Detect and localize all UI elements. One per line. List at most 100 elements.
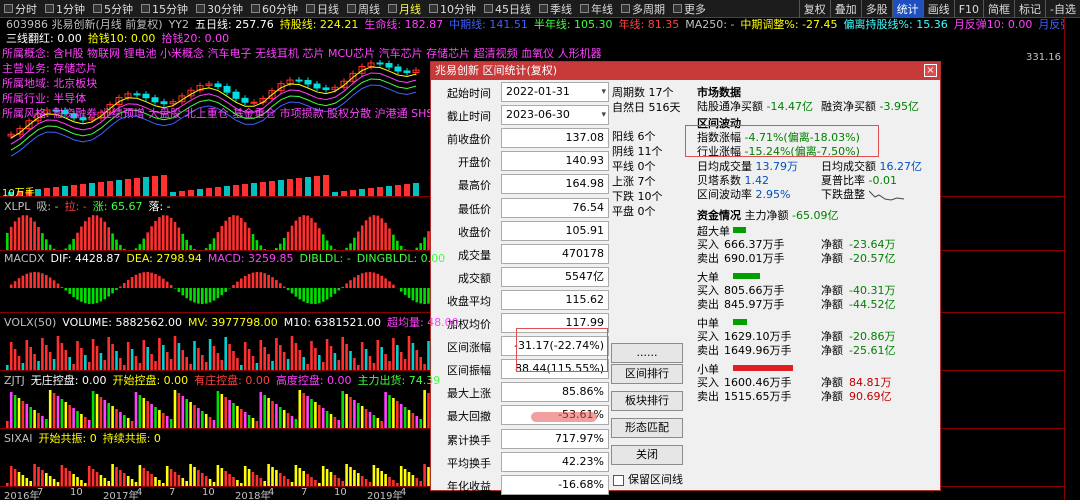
- period-tab[interactable]: 5分钟: [89, 0, 137, 18]
- indicator-bar: [376, 215, 380, 251]
- indicator-bar: [123, 415, 126, 429]
- close-icon[interactable]: ×: [924, 64, 937, 77]
- interval-rank-button[interactable]: 区间排行: [611, 364, 683, 384]
- period-tab[interactable]: 年线: [576, 0, 617, 18]
- indicator-bar: [321, 408, 325, 429]
- indicator-bar: [349, 467, 352, 487]
- indicator-bar: [197, 408, 200, 429]
- indicator-bar: [204, 414, 208, 429]
- time-tick-label: 10: [202, 487, 215, 498]
- indicator-bar: [396, 401, 399, 429]
- indicator-bar: [341, 337, 344, 371]
- indicator-bar: [21, 401, 25, 429]
- period-tab-icon: [621, 4, 630, 13]
- indicator-bar: [220, 288, 224, 296]
- indicator-bar: [146, 471, 149, 487]
- indicator-bar: [251, 472, 255, 487]
- indicator-bar: [329, 346, 333, 371]
- indicator-bar: [201, 411, 204, 429]
- ellipsis-button[interactable]: ......: [611, 343, 683, 363]
- net-label: 净额: [821, 344, 843, 357]
- indicator-bar: [60, 287, 64, 288]
- indicator-bar: [107, 403, 110, 429]
- indicator-bar: [321, 288, 325, 302]
- indicator-bar: [388, 281, 391, 288]
- panel-value: MACD: 3259.85: [207, 252, 294, 265]
- indicator-bar: [294, 343, 298, 371]
- indicator-bar: [165, 466, 169, 487]
- period-tab[interactable]: 多周期: [617, 0, 669, 18]
- period-tab[interactable]: 1分钟: [41, 0, 89, 18]
- indicator-bar: [298, 468, 302, 487]
- indicator-bar: [111, 464, 114, 487]
- indicator-bar: [17, 398, 21, 429]
- stat-row: 成交额 5547亿: [439, 266, 609, 287]
- indicator-bar: [357, 473, 360, 487]
- indicator-bar: [286, 231, 290, 251]
- indicator-bar: [29, 407, 32, 429]
- indicator-bar: [181, 396, 185, 429]
- date-picker[interactable]: 2022-01-31: [501, 82, 609, 102]
- pattern-match-button[interactable]: 形态匹配: [611, 418, 683, 438]
- indicator-bar: [368, 356, 372, 371]
- period-tab[interactable]: 日线: [302, 0, 343, 18]
- toolbar-button[interactable]: 标记: [1014, 0, 1045, 18]
- indicator-bar: [193, 288, 196, 303]
- indicator-bar: [9, 226, 13, 251]
- indicator-bar: [126, 279, 130, 288]
- time-tick-label: 10: [70, 487, 83, 498]
- sector-rank-button[interactable]: 板块排行: [611, 391, 683, 411]
- keep-interval-line[interactable]: 保留区间线: [613, 471, 683, 487]
- indicator-bar: [392, 234, 395, 251]
- indicator-bar: [95, 472, 99, 487]
- date-picker[interactable]: 2023-06-30: [501, 105, 609, 126]
- stat-label: 年化收益: [447, 479, 491, 493]
- toolbar-button[interactable]: 画线: [922, 0, 954, 18]
- keep-checkbox[interactable]: [613, 474, 624, 486]
- volume-bar: [260, 182, 266, 196]
- indicator-bar: [99, 397, 103, 429]
- indicator-bar: [318, 405, 321, 429]
- indicator-bar: [224, 288, 227, 292]
- close-button[interactable]: 关闭: [611, 445, 683, 465]
- panel-value: 落: -: [148, 200, 171, 213]
- period-tab-icon: [388, 4, 397, 13]
- indicator-bar: [41, 233, 44, 251]
- indicator-bar: [399, 352, 403, 371]
- period-tab[interactable]: 分时: [0, 0, 41, 18]
- indicator-bar: [64, 350, 68, 371]
- period-tab[interactable]: 45日线: [480, 0, 535, 18]
- period-tab[interactable]: 60分钟: [247, 0, 302, 18]
- indicator-bar: [84, 221, 87, 251]
- toolbar-button[interactable]: -自选: [1045, 0, 1080, 18]
- indicator-bar: [134, 356, 138, 371]
- indicator-bar: [345, 283, 348, 288]
- period-tab[interactable]: 10分钟: [425, 0, 480, 18]
- indicator-bar: [368, 272, 372, 288]
- period-tab[interactable]: 周线: [343, 0, 384, 18]
- period-tab[interactable]: 月线: [384, 0, 425, 18]
- toolbar-button[interactable]: 统计: [891, 0, 923, 18]
- panel-value: 有庄控盘: 0.00: [194, 374, 270, 387]
- volume-bar: [395, 185, 401, 196]
- indicator-bar: [333, 353, 337, 371]
- dialog-title-bar[interactable]: 兆易创新 区间统计(复权) ×: [431, 62, 940, 80]
- sell-value: 1649.96万手: [724, 344, 792, 357]
- toolbar-button[interactable]: 复权: [798, 0, 830, 18]
- toolbar-button[interactable]: 多股: [860, 0, 892, 18]
- period-tab-icon: [141, 4, 150, 13]
- indicator-bar: [123, 473, 126, 487]
- period-tab[interactable]: 季线: [535, 0, 576, 18]
- volume-bar: [62, 186, 68, 196]
- stat-label: 开盘价: [458, 156, 491, 170]
- indicator-bar: [321, 466, 325, 487]
- indicator-bar: [134, 274, 138, 288]
- toolbar-button[interactable]: 叠加: [829, 0, 861, 18]
- indicator-bar: [45, 275, 48, 288]
- toolbar-button[interactable]: 简框: [983, 0, 1014, 18]
- toolbar-button[interactable]: F10: [953, 0, 983, 18]
- volume-bar: [89, 183, 95, 196]
- period-tab[interactable]: 更多: [669, 0, 710, 18]
- period-tab[interactable]: 15分钟: [137, 0, 192, 18]
- period-tab[interactable]: 30分钟: [192, 0, 247, 18]
